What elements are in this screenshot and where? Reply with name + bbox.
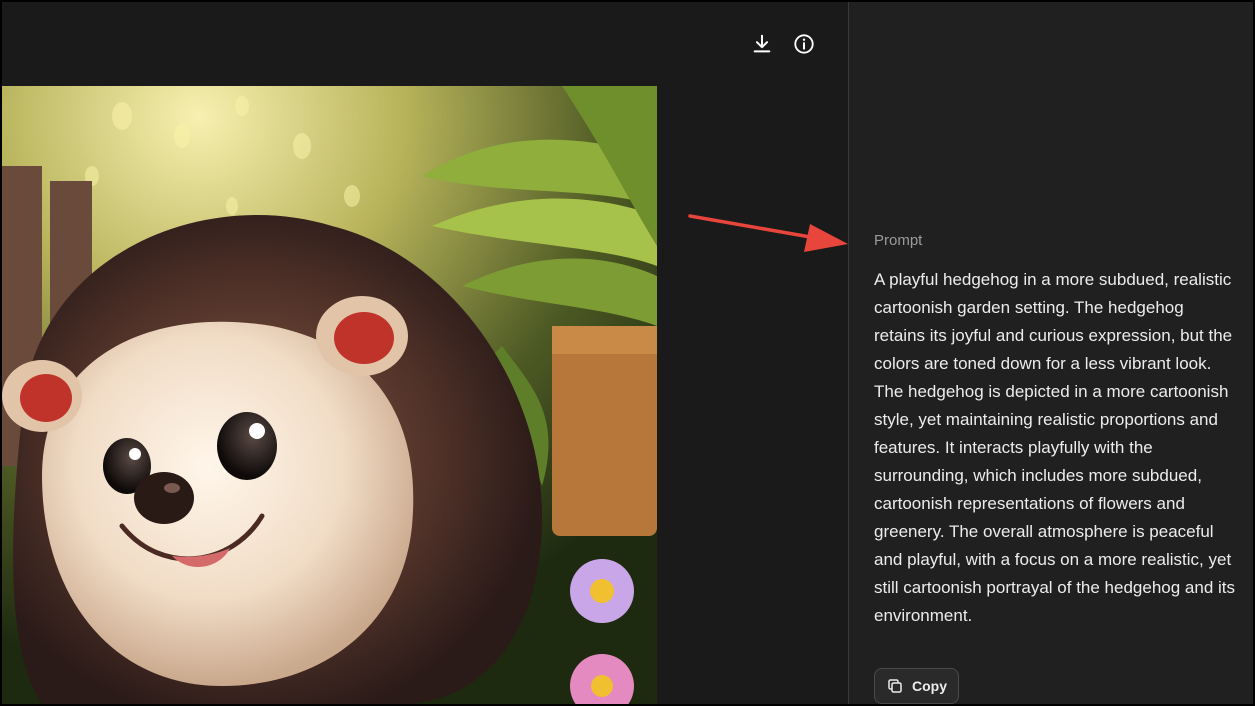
info-icon: [794, 34, 814, 54]
info-button[interactable]: [792, 32, 816, 56]
prompt-label: Prompt: [874, 232, 923, 249]
copy-label: Copy: [912, 678, 947, 694]
generated-image: [2, 86, 657, 704]
app-frame: Prompt A playful hedgehog in a more subd…: [2, 2, 1253, 704]
copy-button[interactable]: Copy: [874, 668, 959, 704]
prompt-panel: Prompt A playful hedgehog in a more subd…: [849, 2, 1253, 704]
prompt-text: A playful hedgehog in a more subdued, re…: [874, 270, 1236, 625]
hedgehog-garden-illustration: [2, 86, 657, 704]
copy-icon: [888, 679, 902, 693]
viewer-toolbar: [2, 2, 848, 86]
download-button[interactable]: [750, 32, 774, 56]
download-icon: [753, 34, 771, 53]
image-viewer: [2, 2, 848, 704]
